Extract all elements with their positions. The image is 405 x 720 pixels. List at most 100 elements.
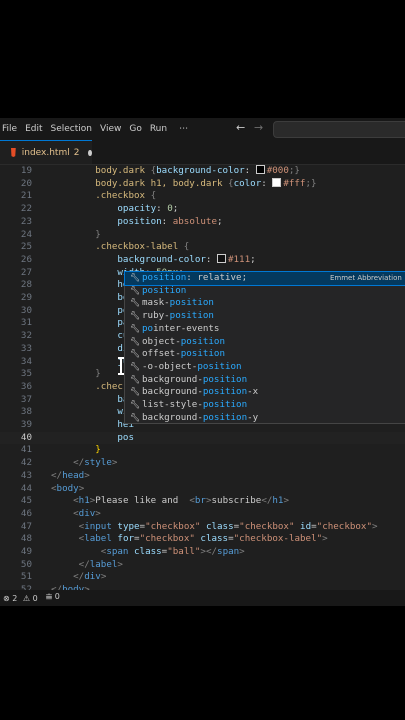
- code-line[interactable]: 42 </style>: [0, 457, 405, 470]
- line-number: 48: [20, 533, 32, 545]
- suggestion-item[interactable]: 🔧︎ offset-position: [125, 348, 405, 361]
- code-line[interactable]: 51 </div>: [0, 571, 405, 584]
- code-token: "checkbox-label": [233, 533, 323, 545]
- code-token: type: [111, 520, 140, 532]
- code-token: }: [51, 368, 101, 380]
- tab-index-html[interactable]: index.html 2: [0, 140, 92, 164]
- code-text: }: [51, 368, 101, 381]
- suggestion-text-pre: -o-object-: [142, 360, 198, 372]
- suggestion-text-pre: background-: [142, 386, 203, 398]
- menu-edit[interactable]: Edit: [22, 124, 47, 134]
- code-text: background-color: #111;: [51, 253, 256, 267]
- code-line[interactable]: 19 body.dark {background-color: #000;}: [0, 165, 405, 178]
- code-token: class: [194, 533, 229, 545]
- menu-view[interactable]: View: [97, 124, 126, 134]
- code-token: #111: [227, 253, 251, 265]
- menu-go[interactable]: Go: [126, 124, 146, 134]
- code-line[interactable]: 43 </head>: [0, 470, 405, 483]
- code-line[interactable]: 21 .checkbox {: [0, 190, 405, 203]
- code-text: dis: [51, 343, 134, 356]
- menu-selection[interactable]: Selection: [48, 124, 97, 134]
- color-swatch[interactable]: [272, 177, 282, 187]
- forward-arrow-icon[interactable]: →: [254, 121, 263, 134]
- code-token: :: [244, 165, 256, 176]
- suggestion-item[interactable]: 🔧︎ object-position: [125, 336, 405, 349]
- suggestion-text-hl: po: [142, 322, 154, 334]
- code-line[interactable]: 20 body.dark h1, body.dark {color: #fff;…: [0, 177, 405, 191]
- code-text: </style>: [51, 457, 117, 470]
- code-text: <label for="checkbox" class="checkbox-la…: [51, 533, 328, 546]
- line-number: 43: [20, 469, 32, 481]
- code-token: .checkbox-label: [51, 241, 184, 253]
- suggestion-item[interactable]: 🔧︎ pointer-events: [125, 323, 405, 336]
- code-line[interactable]: 47 <input type="checkbox" class="checkbo…: [0, 521, 405, 534]
- back-arrow-icon[interactable]: ←: [236, 121, 245, 134]
- code-token: body.dark: [51, 165, 151, 176]
- suggestion-item[interactable]: 🔧︎ ruby-position: [125, 310, 405, 323]
- suggestion-item[interactable]: 🔧︎ background-position: [125, 374, 405, 387]
- code-text: <h1>Please like and <br>subscribe</h1>: [51, 495, 289, 508]
- menu-run[interactable]: Run: [147, 124, 172, 134]
- suggestion-item[interactable]: 🔧︎ position: [125, 285, 405, 298]
- code-token: id: [294, 520, 312, 532]
- code-line[interactable]: 23 position: absolute;: [0, 216, 405, 229]
- code-token: #fff: [283, 177, 306, 189]
- code-token: "ball": [167, 546, 201, 557]
- suggestion-text-hl: position: [197, 360, 242, 372]
- suggestion-text-pre: object-: [142, 335, 181, 347]
- suggestion-text-post: inter-events: [153, 322, 220, 334]
- line-number: 49: [20, 546, 32, 557]
- code-line[interactable]: 48 <label for="checkbox" class="checkbox…: [0, 533, 405, 546]
- unsaved-dot-icon[interactable]: [88, 149, 92, 156]
- suggestion-text-pre: list-style-: [142, 399, 203, 410]
- code-line[interactable]: 25 .checkbox-label {: [0, 241, 405, 254]
- errors-status[interactable]: ⊗ 2 ⚠ 0: [3, 594, 38, 603]
- suggestion-text-hl: position: [169, 310, 214, 322]
- line-number: 19: [20, 165, 32, 176]
- ports-status[interactable]: 𝍨 0: [46, 591, 60, 605]
- code-line[interactable]: 26 background-color: #111;: [0, 253, 405, 267]
- code-token: </: [51, 558, 90, 570]
- code-line[interactable]: 41 }: [0, 444, 405, 457]
- color-swatch[interactable]: [216, 253, 226, 263]
- suggestion-item[interactable]: 🔧︎ background-position-y: [125, 412, 405, 425]
- code-token: body.dark h1, body.dark: [51, 177, 229, 189]
- code-line[interactable]: 45 <h1>Please like and <br>subscribe</h1…: [0, 495, 405, 508]
- suggestion-item[interactable]: 🔧︎ list-style-position: [125, 399, 405, 412]
- line-number: 35: [20, 368, 32, 380]
- code-token: for: [111, 533, 135, 545]
- suggestion-item[interactable]: 🔧︎ position: relative; Emmet Abbreviation: [124, 271, 405, 286]
- suggestion-item[interactable]: 🔧︎ -o-object-position: [125, 361, 405, 374]
- menu-file[interactable]: File: [0, 124, 22, 134]
- tab-problem-count: 2: [73, 147, 80, 158]
- color-swatch[interactable]: [255, 165, 265, 174]
- code-token: .chec: [51, 380, 123, 392]
- code-token: </: [51, 457, 85, 469]
- code-line[interactable]: 49 <span class="ball"></span>: [0, 546, 405, 559]
- code-token: div: [84, 571, 101, 583]
- suggestion-text-hl: position: [202, 386, 248, 398]
- code-line[interactable]: 44 <body>: [0, 483, 405, 496]
- line-number: 26: [20, 253, 32, 265]
- code-line[interactable]: 46 <div>: [0, 508, 405, 521]
- code-token: subscribe: [211, 495, 262, 507]
- line-number: 40: [20, 431, 32, 443]
- code-line[interactable]: 40 pos: [0, 431, 405, 445]
- code-line[interactable]: 50 </label>: [0, 559, 405, 572]
- code-token: cur: [51, 330, 134, 342]
- menu-more[interactable]: ⋯: [176, 124, 193, 134]
- code-token: </: [51, 469, 63, 481]
- line-number: 30: [20, 304, 32, 316]
- code-line[interactable]: 24 }: [0, 229, 405, 242]
- suggestion-label: ruby-position: [142, 310, 214, 323]
- suggestion-item[interactable]: 🔧︎ mask-position: [125, 297, 405, 310]
- code-token: >: [283, 495, 290, 507]
- wrench-icon: 🔧︎: [130, 285, 141, 295]
- code-token: hei: [51, 419, 134, 430]
- suggestion-detail: Emmet Abbreviation: [330, 274, 402, 282]
- code-token: <: [51, 495, 79, 507]
- code-line[interactable]: 22 opacity: 0;: [0, 203, 405, 216]
- suggestion-item[interactable]: 🔧︎ background-position-x: [125, 386, 405, 399]
- line-number: 34: [20, 355, 32, 367]
- command-center-search[interactable]: [273, 121, 405, 138]
